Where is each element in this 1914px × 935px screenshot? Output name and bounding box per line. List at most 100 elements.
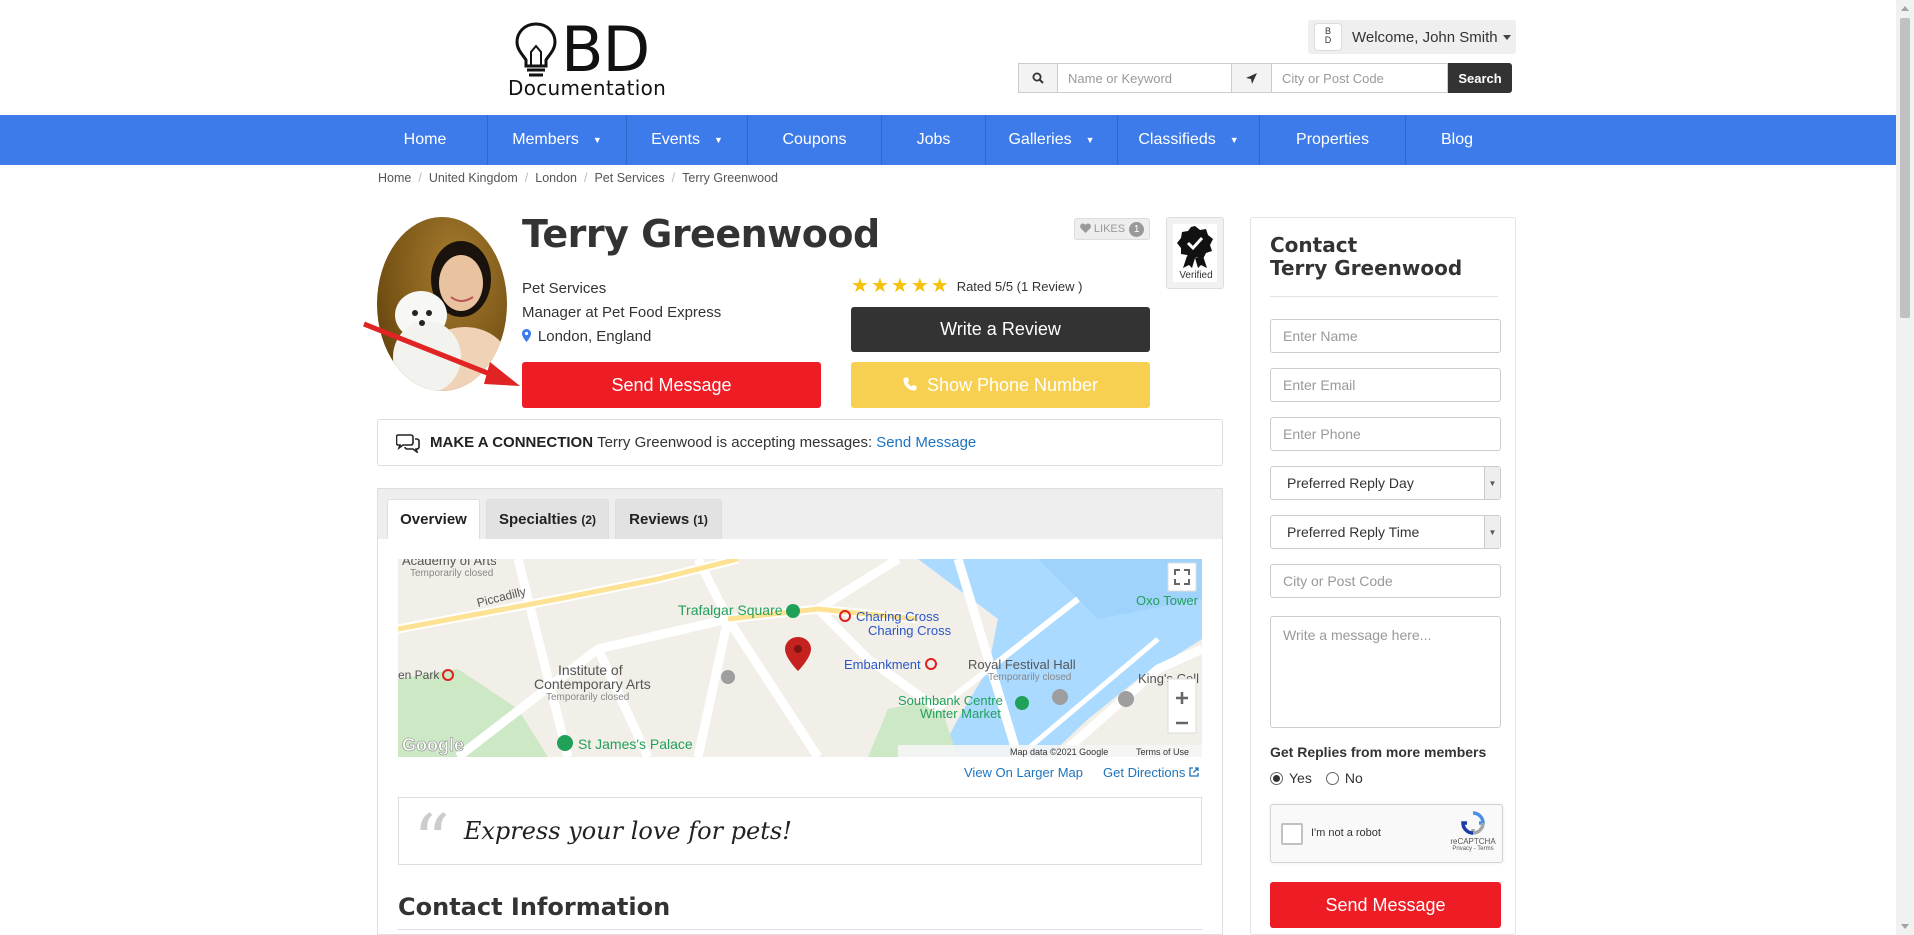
logo-subtext: Documentation <box>508 76 667 100</box>
nav-label: Events <box>651 131 700 148</box>
recaptcha-checkbox[interactable] <box>1281 823 1303 845</box>
location-input[interactable]: City or Post Code <box>1272 63 1448 93</box>
make-connection-bar: MAKE A CONNECTION Terry Greenwood is acc… <box>377 419 1223 466</box>
reply-time-value: Preferred Reply Time <box>1287 524 1420 540</box>
tab-reviews[interactable]: Reviews (1) <box>615 499 722 539</box>
nav-jobs[interactable]: Jobs <box>882 115 986 165</box>
location-arrow-icon[interactable] <box>1232 63 1272 93</box>
star-icon: ★ <box>890 275 909 297</box>
recaptcha-widget: I'm not a robot reCAPTCHA Privacy - Term… <box>1270 804 1503 863</box>
svg-text:Contemporary Arts: Contemporary Arts <box>534 676 651 692</box>
recaptcha-logo: reCAPTCHA Privacy - Terms <box>1449 811 1497 852</box>
phone-field[interactable]: Enter Phone <box>1270 417 1501 451</box>
nav-blog[interactable]: Blog <box>1406 115 1508 165</box>
nav-events[interactable]: Events ▼ <box>627 115 748 165</box>
nav-label: Members <box>512 131 579 148</box>
get-directions-link[interactable]: Get Directions <box>1103 765 1199 780</box>
tab-label: Reviews <box>629 511 690 528</box>
scroll-down-icon[interactable] <box>1901 924 1909 929</box>
nav-label: Coupons <box>782 131 847 148</box>
location-map[interactable]: Academy of Arts Temporarily closed Picca… <box>398 559 1202 757</box>
search-bar: Name or Keyword City or Post Code Search <box>1018 63 1512 93</box>
message-textarea[interactable]: Write a message here... <box>1270 616 1501 728</box>
reply-time-select[interactable]: Preferred Reply Time ▼ <box>1270 515 1501 549</box>
connection-send-link[interactable]: Send Message <box>876 434 976 451</box>
chevron-down-icon: ▼ <box>1484 516 1500 548</box>
svg-text:Map data ©2021 Google: Map data ©2021 Google <box>1010 747 1108 757</box>
search-button[interactable]: Search <box>1448 63 1512 93</box>
breadcrumb-category[interactable]: Pet Services <box>594 171 664 185</box>
tab-count: (2) <box>581 512 597 527</box>
site-logo[interactable]: BD Documentation <box>505 13 675 102</box>
directions-label: Get Directions <box>1103 765 1186 780</box>
nav-label: Blog <box>1440 131 1474 148</box>
welcome-text: Welcome, John Smith <box>1352 28 1498 46</box>
page-scrollbar[interactable] <box>1896 0 1914 935</box>
tab-label: Specialties <box>498 511 578 528</box>
scroll-up-icon[interactable] <box>1901 6 1909 11</box>
nav-label: Galleries <box>1008 131 1072 148</box>
star-icon: ★ <box>851 275 869 297</box>
nav-label: Home <box>403 131 447 148</box>
nav-properties[interactable]: Properties <box>1260 115 1406 165</box>
svg-text:Temporarily closed: Temporarily closed <box>546 692 629 703</box>
caret-down-icon <box>1502 34 1511 40</box>
city-field[interactable]: City or Post Code <box>1270 564 1501 598</box>
radio-yes[interactable] <box>1270 771 1283 785</box>
tab-count: (1) <box>693 512 708 527</box>
breadcrumb-home[interactable]: Home <box>378 171 411 185</box>
contact-title-line2: Terry Greenwood <box>1270 256 1463 280</box>
verified-ribbon-icon <box>1177 226 1213 268</box>
view-larger-map-link[interactable]: View On Larger Map <box>964 765 1083 780</box>
nav-home[interactable]: Home <box>363 115 488 165</box>
show-phone-button[interactable]: Show Phone Number <box>851 362 1150 408</box>
show-phone-label: Show Phone Number <box>926 374 1099 395</box>
main-navigation: Home Members ▼ Events ▼ Coupons Jobs Galle… <box>0 115 1896 165</box>
user-avatar: BD <box>1314 23 1342 51</box>
reply-day-select[interactable]: Preferred Reply Day ▼ <box>1270 466 1501 500</box>
lightbulb-icon <box>515 22 557 77</box>
scroll-thumb[interactable] <box>1900 18 1910 318</box>
nav-members[interactable]: Members ▼ <box>488 115 627 165</box>
svg-text:Academy of Arts: Academy of Arts <box>402 559 497 568</box>
dropdown-arrow-icon: ▼ <box>1085 135 1095 145</box>
send-message-button[interactable]: Send Message <box>522 362 821 408</box>
breadcrumb-separator: / <box>418 171 422 185</box>
external-link-icon <box>1189 767 1199 777</box>
rating-text[interactable]: Rated 5/5 (1 Review ) <box>957 279 1083 294</box>
svg-text:Embankment: Embankment <box>844 657 921 672</box>
breadcrumb-separator: / <box>671 171 676 185</box>
profile-category[interactable]: Pet Services <box>522 280 606 297</box>
star-icon: ★ <box>930 275 949 297</box>
divider <box>398 929 1202 930</box>
tab-specialties[interactable]: Specialties (2) <box>486 499 609 539</box>
nav-coupons[interactable]: Coupons <box>748 115 882 165</box>
likes-button[interactable]: LIKES 1 <box>1074 218 1150 240</box>
name-field[interactable]: Enter Name <box>1270 319 1501 353</box>
radio-no[interactable] <box>1325 771 1339 785</box>
recaptcha-links[interactable]: Privacy - Terms <box>1449 846 1497 852</box>
keyword-input[interactable]: Name or Keyword <box>1058 63 1232 93</box>
tab-overview[interactable]: Overview <box>387 499 480 539</box>
write-review-button[interactable]: Write a Review <box>851 307 1150 352</box>
svg-text:Oxo Tower: Oxo Tower <box>1136 593 1199 608</box>
svg-text:Charing Cross: Charing Cross <box>856 609 940 624</box>
quote-icon: “ <box>413 799 450 883</box>
recaptcha-label: I'm not a robot <box>1311 827 1381 839</box>
profile-position: Manager at Pet Food Express <box>522 304 722 321</box>
contact-send-button[interactable]: Send Message <box>1270 882 1501 928</box>
logo-text: BD <box>561 13 650 86</box>
svg-text:Temporarily closed: Temporarily closed <box>988 672 1071 683</box>
nav-galleries[interactable]: Galleries ▼ <box>986 115 1118 165</box>
chevron-down-icon: ▼ <box>1484 467 1500 499</box>
breadcrumb-city[interactable]: London <box>535 171 577 185</box>
connection-heading: MAKE A CONNECTION <box>430 434 594 451</box>
breadcrumb-country[interactable]: United Kingdom <box>429 171 518 185</box>
radio-no-label: No <box>1344 770 1363 786</box>
user-menu-dropdown[interactable]: BD Welcome, John Smith <box>1308 20 1516 54</box>
quote-text: Express your love for pets! <box>463 817 792 845</box>
contact-form-title: Contact Terry Greenwood <box>1270 234 1462 280</box>
nav-classifieds[interactable]: Classifieds ▼ <box>1118 115 1260 165</box>
recaptcha-brand: reCAPTCHA <box>1450 837 1496 846</box>
email-field[interactable]: Enter Email <box>1270 368 1501 402</box>
